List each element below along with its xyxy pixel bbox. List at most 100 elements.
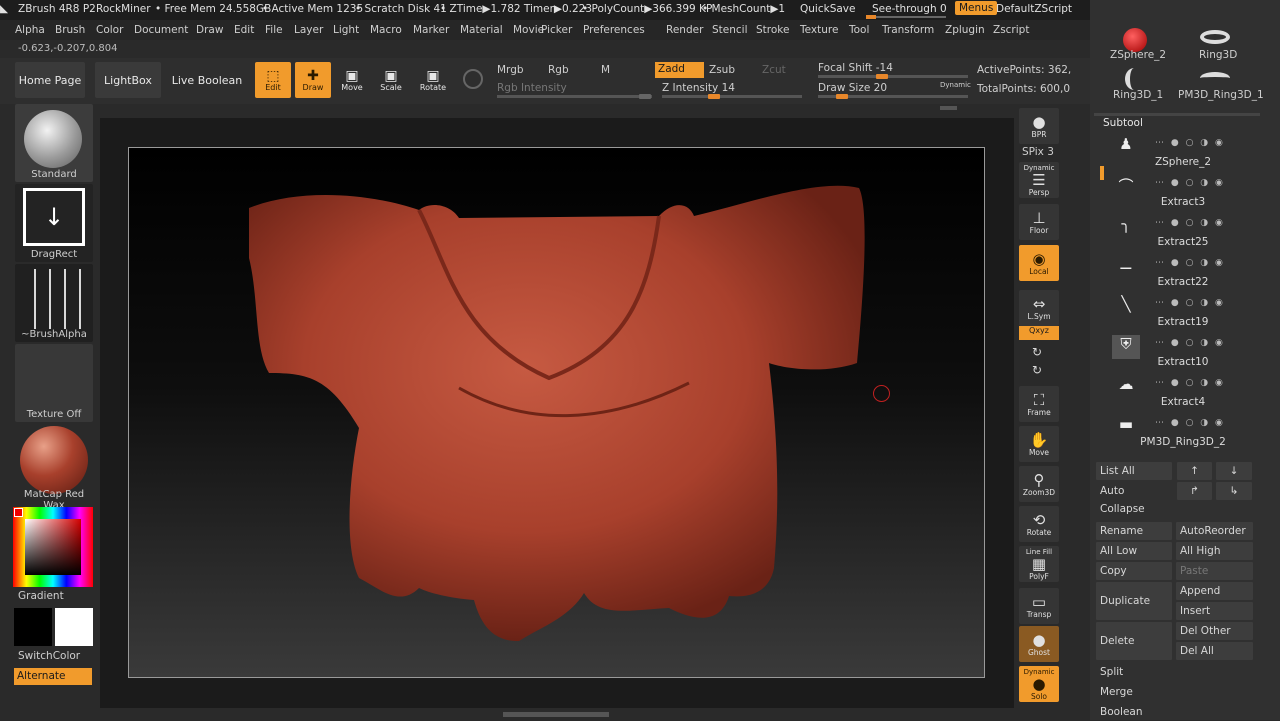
zoom3d-button[interactable]: ⚲ Zoom3D: [1019, 466, 1059, 502]
see-through-slider[interactable]: See-through 0: [872, 3, 947, 15]
visibility-eye-icon[interactable]: ⋯ ● ○ ◑ ◉: [1155, 178, 1225, 188]
rotate-axis-y-icon[interactable]: ↻: [1032, 363, 1042, 377]
lsym-button[interactable]: ⇔ L.Sym: [1019, 290, 1059, 326]
menu-zplugin[interactable]: Zplugin: [945, 24, 985, 36]
menus-toggle[interactable]: Menus: [955, 1, 998, 15]
subtool-extract22[interactable]: Extract22: [1100, 276, 1266, 288]
move-to-bottom-button[interactable]: ↳: [1216, 482, 1252, 500]
spix-slider[interactable]: SPix 3: [1022, 146, 1054, 158]
menu-render[interactable]: Render: [666, 24, 703, 36]
m-toggle[interactable]: M: [601, 64, 610, 76]
live-boolean-button[interactable]: Live Boolean: [168, 62, 246, 98]
document-frame[interactable]: [128, 147, 985, 678]
menu-texture[interactable]: Texture: [800, 24, 838, 36]
shelf-scroll-handle[interactable]: [940, 106, 957, 110]
zcut-toggle[interactable]: Zcut: [762, 64, 786, 76]
move-button[interactable]: ▣ Move: [334, 62, 370, 98]
append-button[interactable]: Append: [1176, 582, 1253, 600]
move-down-button[interactable]: ↓: [1216, 462, 1252, 480]
auto-collapse-button[interactable]: Auto Collapse: [1096, 482, 1172, 515]
menu-transform[interactable]: Transform: [882, 24, 934, 36]
subtool-pm3d_ring3d_2[interactable]: PM3D_Ring3D_2: [1100, 436, 1266, 448]
solo-button[interactable]: Dynamic ● Solo: [1019, 666, 1059, 702]
draw-size-track[interactable]: [818, 94, 968, 99]
xyz-toggle[interactable]: Qxyz: [1019, 326, 1059, 340]
local-button[interactable]: ◉ Local: [1019, 245, 1059, 281]
tool-ring3d-1[interactable]: Ring3D_1: [1113, 89, 1163, 101]
polyf-button[interactable]: Line Fill ▦ PolyF: [1019, 546, 1059, 582]
rename-button[interactable]: Rename: [1096, 522, 1172, 540]
rgb-intensity-slider[interactable]: Rgb Intensity: [497, 82, 567, 94]
menu-macro[interactable]: Macro: [370, 24, 402, 36]
hue-marker[interactable]: [14, 508, 23, 517]
color-picker[interactable]: [13, 507, 93, 587]
menu-tool[interactable]: Tool: [849, 24, 869, 36]
delete-button[interactable]: Delete: [1096, 622, 1172, 660]
menu-stroke[interactable]: Stroke: [756, 24, 789, 36]
lightbox-button[interactable]: LightBox: [95, 62, 161, 98]
visibility-eye-icon[interactable]: ⋯ ● ○ ◑ ◉: [1155, 298, 1225, 308]
list-all-button[interactable]: List All: [1096, 462, 1172, 480]
menu-marker[interactable]: Marker: [413, 24, 449, 36]
zsub-toggle[interactable]: Zsub: [709, 64, 735, 76]
menu-draw[interactable]: Draw: [196, 24, 223, 36]
ghost-button[interactable]: ● Ghost: [1019, 626, 1059, 662]
rgb-toggle[interactable]: Rgb: [548, 64, 569, 76]
draw-size-handle[interactable]: [836, 94, 848, 99]
floor-button[interactable]: ⊥ Floor: [1019, 204, 1059, 240]
rotate-view-button[interactable]: ⟲ Rotate: [1019, 506, 1059, 542]
switch-color-button[interactable]: SwitchColor: [18, 650, 80, 662]
alternate-toggle[interactable]: Alternate: [14, 668, 92, 685]
all-high-button[interactable]: All High: [1176, 542, 1253, 560]
subtool-zsphere_2[interactable]: ZSphere_2: [1100, 156, 1266, 168]
rotate-axis-icon[interactable]: ↻: [1032, 345, 1042, 359]
subtool-extract3[interactable]: Extract3: [1100, 196, 1266, 208]
subtool-extract4[interactable]: Extract4: [1100, 396, 1266, 408]
menu-preferences[interactable]: Preferences: [583, 24, 645, 36]
ring3d-thumb[interactable]: [1200, 30, 1230, 44]
del-all-button[interactable]: Del All: [1176, 642, 1253, 660]
sculpt-mesh[interactable]: [129, 148, 986, 679]
menu-light[interactable]: Light: [333, 24, 359, 36]
menu-zscript[interactable]: Zscript: [993, 24, 1029, 36]
menu-alpha[interactable]: Alpha: [15, 24, 45, 36]
menu-layer[interactable]: Layer: [294, 24, 323, 36]
copy-button[interactable]: Copy: [1096, 562, 1172, 580]
visibility-eye-icon[interactable]: ⋯ ● ○ ◑ ◉: [1155, 138, 1225, 148]
mrgb-toggle[interactable]: Mrgb: [497, 64, 524, 76]
zadd-toggle[interactable]: Zadd: [655, 62, 704, 78]
subtool-extract19[interactable]: Extract19: [1100, 316, 1266, 328]
menu-stencil[interactable]: Stencil: [712, 24, 748, 36]
move-to-top-button[interactable]: ↱: [1177, 482, 1212, 500]
subtool-extract25[interactable]: Extract25: [1100, 236, 1266, 248]
menu-material[interactable]: Material: [460, 24, 503, 36]
frame-button[interactable]: ⛶ Frame: [1019, 386, 1059, 422]
dynamic-toggle[interactable]: Dynamic: [940, 81, 971, 89]
menu-document[interactable]: Document: [134, 24, 188, 36]
menu-file[interactable]: File: [265, 24, 283, 36]
menu-picker[interactable]: Picker: [541, 24, 572, 36]
see-through-handle[interactable]: [866, 15, 876, 19]
menu-edit[interactable]: Edit: [234, 24, 254, 36]
visibility-eye-icon[interactable]: ⋯ ● ○ ◑ ◉: [1155, 218, 1225, 228]
subtool-scroll-marker[interactable]: [1100, 166, 1104, 180]
all-low-button[interactable]: All Low: [1096, 542, 1172, 560]
pm3d-ring-thumb[interactable]: [1200, 72, 1230, 84]
visibility-eye-icon[interactable]: ⋯ ● ○ ◑ ◉: [1155, 418, 1225, 428]
visibility-eye-icon[interactable]: ⋯ ● ○ ◑ ◉: [1155, 258, 1225, 268]
bpr-button[interactable]: ● BPR: [1019, 108, 1059, 144]
visibility-eye-icon[interactable]: ⋯ ● ○ ◑ ◉: [1155, 378, 1225, 388]
focal-shift-track[interactable]: [818, 74, 968, 79]
tool-pm3d-ring[interactable]: PM3D_Ring3D_1: [1178, 89, 1264, 101]
edit-button[interactable]: ⬚ Edit: [255, 62, 291, 98]
rgb-intensity-track[interactable]: [497, 94, 652, 99]
z-intensity-track[interactable]: [662, 94, 802, 99]
persp-button[interactable]: Dynamic ☰ Persp: [1019, 162, 1059, 198]
home-page-button[interactable]: Home Page: [15, 62, 85, 98]
tool-ring3d[interactable]: Ring3D: [1199, 49, 1237, 61]
scale-button[interactable]: ▣ Scale: [373, 62, 409, 98]
subtool-extract10[interactable]: Extract10: [1100, 356, 1266, 368]
menu-color[interactable]: Color: [96, 24, 123, 36]
quicksave-button[interactable]: QuickSave: [800, 3, 855, 15]
menu-movie[interactable]: Movie: [513, 24, 544, 36]
